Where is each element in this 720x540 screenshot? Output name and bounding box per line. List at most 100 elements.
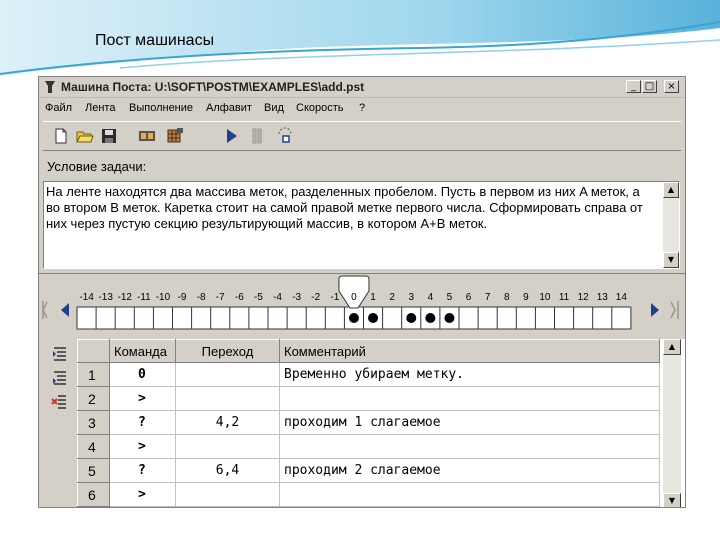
menu-tape[interactable]: Лента xyxy=(85,102,115,114)
tape-position-label: -12 xyxy=(118,292,133,303)
table-row[interactable]: 2 > xyxy=(77,386,660,411)
column-header-comment[interactable]: Комментарий xyxy=(279,339,660,363)
table-row[interactable]: 6 > xyxy=(77,482,660,507)
save-icon[interactable] xyxy=(99,126,119,146)
column-header-command[interactable]: Команда xyxy=(109,339,176,363)
tape-position-label: 5 xyxy=(447,292,453,303)
program-grid: Команда Переход Комментарий 1 0 Временно у… xyxy=(77,339,685,507)
tape[interactable]: -14 -13 -12 -11 -10 -9 -8 -7 -6 -5 -4 -3 -2 -1 0 1 2 3 4 5 6… xyxy=(39,274,685,336)
maximize-button[interactable]: □ xyxy=(642,80,657,93)
append-row-icon[interactable] xyxy=(51,369,69,387)
jump-cell[interactable] xyxy=(175,362,280,387)
tape-position-label: 1 xyxy=(370,292,376,303)
app-icon xyxy=(45,81,55,93)
table-row[interactable]: 5? 6,4 проходим 2 слагаемое xyxy=(77,458,660,483)
open-folder-icon[interactable] xyxy=(75,126,95,146)
step-icon[interactable] xyxy=(275,126,295,146)
row-number: 5 xyxy=(77,458,110,483)
menu-run[interactable]: Выполнение xyxy=(129,102,193,114)
film-icon[interactable] xyxy=(137,126,157,146)
jump-cell[interactable] xyxy=(175,434,280,459)
table-row[interactable]: 4 > xyxy=(77,434,660,459)
tape-left-arrow-icon[interactable] xyxy=(61,303,69,317)
tape-position-label: -10 xyxy=(156,292,171,303)
scroll-up-icon[interactable]: ▲ xyxy=(663,182,679,198)
tape-position-label: 6 xyxy=(466,292,472,303)
command-cell[interactable]: 0 xyxy=(109,362,176,387)
command-cell[interactable]: ? xyxy=(109,458,176,483)
jump-cell[interactable]: 4,2 xyxy=(175,410,280,435)
scroll-down-icon[interactable]: ▼ xyxy=(663,493,681,507)
window-title: Машина Поста: U:\SOFT\POSTM\EXAMPLES\add… xyxy=(61,80,365,94)
delete-row-icon[interactable] xyxy=(51,393,69,411)
tape-position-label: -3 xyxy=(292,292,301,303)
tape-home-right-icon[interactable] xyxy=(670,301,676,319)
column-header-jump[interactable]: Переход xyxy=(175,339,280,363)
row-number: 2 xyxy=(77,386,110,411)
tape-position-label: -14 xyxy=(79,292,94,303)
tape-mark[interactable] xyxy=(348,313,359,323)
tape-position-label: 13 xyxy=(597,292,609,303)
tape-position-label: -8 xyxy=(197,292,206,303)
menu-alphabet[interactable]: Алфавит xyxy=(206,102,252,114)
slide-title: Пост машинасы xyxy=(95,32,215,49)
menu-help[interactable]: ? xyxy=(359,102,365,114)
row-number: 4 xyxy=(77,434,110,459)
jump-cell[interactable]: 6,4 xyxy=(175,458,280,483)
tape-position-label: 9 xyxy=(523,292,529,303)
pause-icon[interactable] xyxy=(247,126,267,146)
jump-cell[interactable] xyxy=(175,482,280,507)
condition-text-area[interactable]: На ленте находятся два массива меток, ра… xyxy=(43,181,680,269)
tape-position-label: 10 xyxy=(539,292,551,303)
tape-position-label: -9 xyxy=(178,292,187,303)
jump-cell[interactable] xyxy=(175,386,280,411)
close-button[interactable]: × xyxy=(664,80,679,93)
program-table: Команда Переход Комментарий 1 0 Временно у… xyxy=(77,339,660,507)
menu-view[interactable]: Вид xyxy=(264,102,284,114)
command-cell[interactable]: > xyxy=(109,482,176,507)
comment-cell[interactable]: проходим 1 слагаемое xyxy=(279,410,660,435)
table-row[interactable]: 1 0 Временно убираем метку. xyxy=(77,362,660,387)
tape-mark[interactable] xyxy=(444,313,455,323)
title-bar: Машина Поста: U:\SOFT\POSTM\EXAMPLES\add… xyxy=(39,77,685,98)
command-cell[interactable]: ? xyxy=(109,410,176,435)
minimize-button[interactable]: _ xyxy=(626,80,641,93)
tape-position-label: -11 xyxy=(137,292,151,303)
comment-cell[interactable]: проходим 2 слагаемое xyxy=(279,458,660,483)
scroll-down-icon[interactable]: ▼ xyxy=(663,252,679,268)
tape-position-label: 4 xyxy=(428,292,434,303)
run-icon[interactable] xyxy=(221,126,241,146)
tape-position-label: 7 xyxy=(485,292,491,303)
program-scrollbar[interactable]: ▲ ▼ xyxy=(663,339,681,507)
tape-position-label: -1 xyxy=(330,292,339,303)
comment-cell[interactable]: Временно убираем метку. xyxy=(279,362,660,387)
tape-mark[interactable] xyxy=(425,313,436,323)
menu-bar: Файл Лента Выполнение Алфавит Вид Скорос… xyxy=(39,99,685,117)
command-cell[interactable]: > xyxy=(109,434,176,459)
comment-cell[interactable] xyxy=(279,434,660,459)
command-cell[interactable]: > xyxy=(109,386,176,411)
tape-position-label: -2 xyxy=(311,292,320,303)
tape-position-label: 12 xyxy=(578,292,590,303)
new-file-icon[interactable] xyxy=(51,126,71,146)
tape-mark[interactable] xyxy=(406,313,417,323)
comment-cell[interactable] xyxy=(279,482,660,507)
tape-mark[interactable] xyxy=(368,313,379,323)
menu-speed[interactable]: Скорость xyxy=(296,102,344,114)
tape-right-arrow-icon[interactable] xyxy=(651,303,659,317)
tape-position-label: 11 xyxy=(559,292,570,303)
insert-row-icon[interactable] xyxy=(51,345,69,363)
corner-cell xyxy=(77,339,110,363)
tape-position-label: 2 xyxy=(389,292,395,303)
toolbar xyxy=(43,121,681,151)
condition-scrollbar[interactable]: ▲ ▼ xyxy=(663,182,679,268)
tape-position-label: 3 xyxy=(408,292,414,303)
table-row[interactable]: 3? 4,2 проходим 1 слагаемое xyxy=(77,410,660,435)
table-header-row: Команда Переход Комментарий xyxy=(77,339,660,363)
scroll-up-icon[interactable]: ▲ xyxy=(663,339,681,355)
menu-file[interactable]: Файл xyxy=(45,102,72,114)
tape-position-label: -5 xyxy=(254,292,263,303)
comment-cell[interactable] xyxy=(279,386,660,411)
tape-position-label: -4 xyxy=(273,292,282,303)
film-grid-icon[interactable] xyxy=(165,126,185,146)
